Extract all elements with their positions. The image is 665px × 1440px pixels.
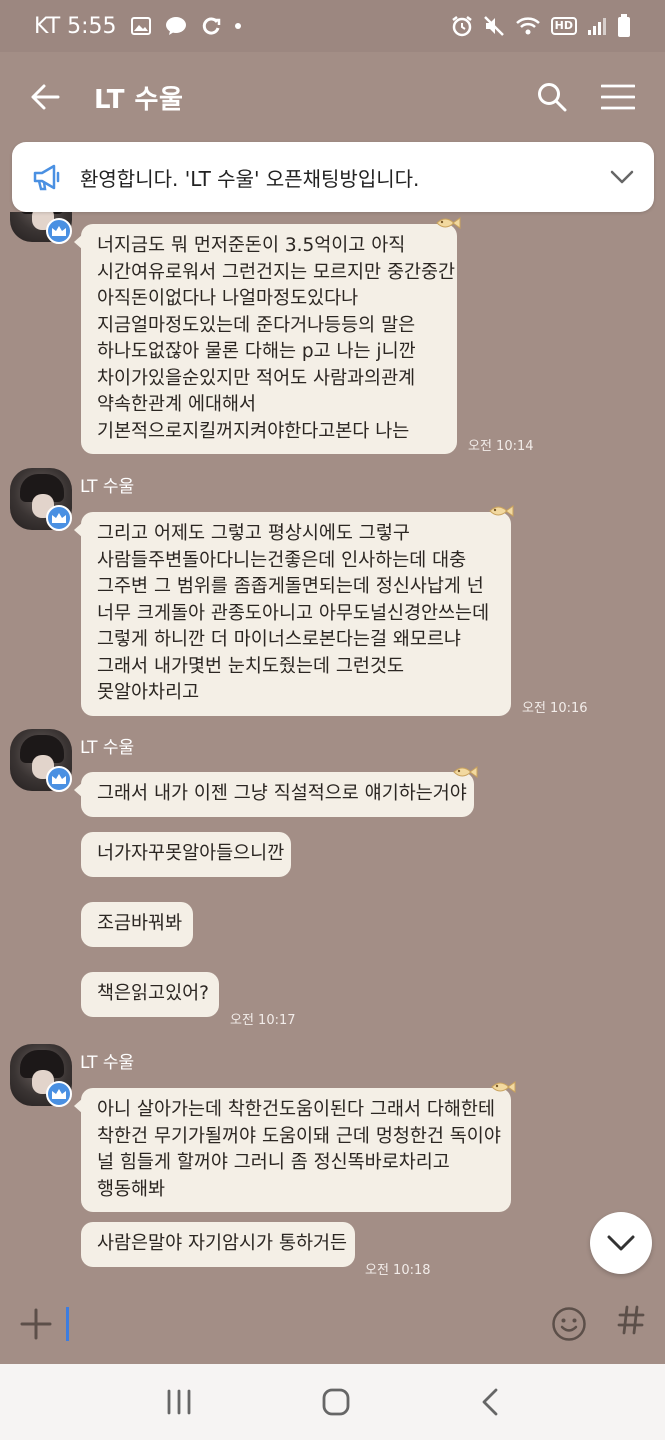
chevron-down-icon	[610, 170, 634, 184]
system-nav-bar	[0, 1364, 665, 1440]
hashtag-button[interactable]	[617, 1305, 645, 1343]
fish-icon[interactable]	[490, 1080, 516, 1094]
recent-apps-button[interactable]	[165, 1389, 193, 1415]
message-bubble[interactable]: 사람은말야 자기암시가 통하거든	[81, 1222, 355, 1267]
crown-icon	[46, 1081, 72, 1107]
crown-icon	[46, 766, 72, 792]
message-bubble[interactable]: 책은읽고있어?	[81, 972, 219, 1017]
message-bubble[interactable]: 너지금도 뭐 먼저준돈이 3.5억이고 아직 시간여유로워서 그런건지는 모르지…	[74, 224, 457, 454]
arrow-left-icon	[31, 84, 60, 110]
chat-header: LT 수울	[0, 52, 665, 142]
message-bubble[interactable]: 그래서 내가 이젠 그냥 직설적으로 얘기하는거야	[74, 772, 474, 817]
message-bubble[interactable]: 너가자꾸못알아들으니깐	[81, 832, 291, 877]
emoji-button[interactable]	[551, 1306, 587, 1342]
search-icon	[538, 83, 567, 112]
crown-icon	[46, 505, 72, 531]
attach-button[interactable]	[20, 1308, 52, 1340]
message-time: 오전 10:18	[365, 1263, 431, 1278]
megaphone-icon	[32, 163, 64, 191]
crown-icon	[46, 218, 72, 244]
chevron-down-icon	[607, 1235, 635, 1251]
gallery-icon	[130, 17, 151, 35]
status-carrier-time: KT 5:55	[34, 13, 117, 39]
message-time: 오전 10:16	[522, 701, 588, 716]
message-time: 오전 10:17	[230, 1013, 296, 1028]
home-button[interactable]	[322, 1388, 350, 1416]
chat-title: LT 수울	[94, 84, 184, 115]
hash-icon	[617, 1305, 645, 1335]
signal-icon	[587, 16, 607, 36]
back-button[interactable]	[30, 80, 64, 114]
message-time: 오전 10:14	[468, 439, 534, 454]
system-back-button[interactable]	[480, 1387, 500, 1417]
mute-icon	[483, 15, 505, 37]
battery-icon	[617, 14, 631, 38]
sender-name[interactable]: LT 수울	[80, 472, 134, 497]
menu-icon	[601, 84, 635, 110]
smiley-icon	[552, 1307, 586, 1341]
message-bubble[interactable]: 그리고 어제도 그렇고 평상시에도 그렇구 사람들주변돌아다니는건좋은데 인사하…	[74, 512, 511, 716]
notice-banner[interactable]: 환영합니다. 'LT 수울' 오픈채팅방입니다.	[12, 142, 654, 212]
chat-area[interactable]: 너지금도 뭐 먼저준돈이 3.5억이고 아직 시간여유로워서 그런건지는 모르지…	[0, 212, 665, 1284]
plus-icon	[20, 1308, 52, 1340]
fish-icon[interactable]	[435, 216, 461, 230]
recent-apps-icon	[167, 1389, 191, 1415]
notification-dot-icon	[234, 23, 241, 29]
wifi-icon	[515, 16, 541, 36]
talk-icon	[165, 16, 187, 36]
sender-name[interactable]: LT 수울	[80, 733, 134, 758]
alarm-icon	[451, 15, 473, 37]
message-bubble[interactable]: 아니 살아가는데 착한건도움이된다 그래서 다해한테 착한건 무기가될꺼야 도움…	[74, 1088, 511, 1212]
fish-icon[interactable]	[488, 504, 514, 518]
message-input[interactable]	[87, 1299, 551, 1349]
status-bar: KT 5:55 HD	[0, 0, 665, 52]
message-input-bar	[0, 1284, 665, 1364]
fish-icon[interactable]	[452, 765, 478, 779]
scroll-to-bottom-button[interactable]	[590, 1212, 652, 1274]
message-bubble[interactable]: 조금바꿔봐	[81, 902, 193, 947]
chevron-left-icon	[482, 1388, 498, 1416]
hd-icon: HD	[550, 17, 577, 35]
notice-text: 환영합니다. 'LT 수울' 오픈채팅방입니다.	[80, 166, 420, 191]
search-button[interactable]	[537, 82, 567, 112]
home-icon	[323, 1388, 350, 1416]
sync-icon	[201, 16, 221, 36]
menu-button[interactable]	[601, 84, 635, 110]
notice-expand-button[interactable]	[610, 170, 634, 184]
text-caret	[66, 1307, 69, 1341]
sender-name[interactable]: LT 수울	[80, 1048, 134, 1073]
